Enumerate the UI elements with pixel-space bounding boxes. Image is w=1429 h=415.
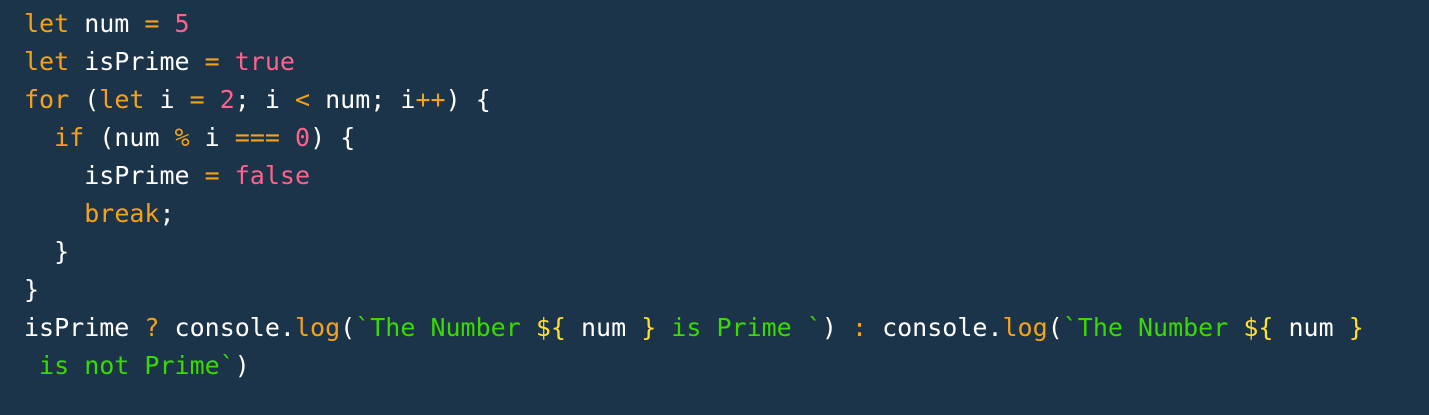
- code-token: `The Number: [1062, 313, 1244, 342]
- code-line: break;: [24, 195, 1405, 233]
- code-token: :: [851, 313, 868, 342]
- code-token: }: [54, 237, 70, 266]
- code-token: ): [310, 123, 326, 152]
- code-token: }: [24, 275, 40, 304]
- code-token: false: [234, 161, 311, 190]
- code-token: i: [189, 123, 235, 152]
- code-token: ++: [415, 85, 446, 114]
- code-token: ${: [535, 313, 566, 342]
- code-token: let: [24, 47, 70, 76]
- code-token: .: [279, 313, 295, 342]
- code-token: isPrime: [24, 313, 145, 342]
- code-line: }: [24, 271, 1405, 309]
- code-token: `The Number: [355, 313, 536, 342]
- code-token: 0: [295, 123, 311, 152]
- code-token: =: [204, 161, 220, 190]
- code-token: ): [445, 85, 461, 114]
- code-token: is not Prime`: [24, 351, 235, 380]
- code-token: (: [99, 123, 115, 152]
- code-token: ;: [370, 85, 386, 114]
- code-token: ===: [234, 123, 280, 152]
- code-token: <: [295, 85, 311, 114]
- code-token: let: [99, 85, 145, 114]
- code-token: ): [821, 313, 837, 342]
- code-token: for: [24, 85, 70, 114]
- code-token: (: [84, 85, 100, 114]
- code-token: i: [385, 85, 416, 114]
- code-token: log: [1002, 313, 1048, 342]
- code-token: ${: [1243, 313, 1274, 342]
- code-line: let num = 5: [24, 5, 1405, 43]
- code-token: i: [144, 85, 190, 114]
- code-token: ;: [234, 85, 250, 114]
- code-token: ?: [144, 313, 160, 342]
- code-token: (: [340, 313, 356, 342]
- code-line: if (num % i === 0) {: [24, 119, 1405, 157]
- code-token: .: [987, 313, 1003, 342]
- code-token: =: [144, 9, 160, 38]
- code-line: is not Prime`): [24, 347, 1405, 385]
- code-token: }: [1348, 313, 1364, 342]
- code-token: log: [294, 313, 341, 342]
- code-token: {: [475, 85, 491, 114]
- code-block: let num = 5 let isPrime = true for (let i …: [0, 0, 1429, 415]
- code-line: let isPrime = true: [24, 43, 1405, 81]
- code-token: if: [54, 123, 85, 152]
- code-token: ): [234, 351, 250, 380]
- code-token: let: [24, 9, 70, 38]
- code-token: =: [204, 47, 220, 76]
- code-token: num: [310, 85, 371, 114]
- code-token: console: [867, 313, 988, 342]
- code-token: (: [1047, 313, 1063, 342]
- code-line: for (let i = 2; i < num; i++) {: [24, 81, 1405, 119]
- code-token: }: [641, 313, 657, 342]
- code-token: isPrime: [69, 47, 205, 76]
- code-token: %: [174, 123, 190, 152]
- code-token: 2: [219, 85, 235, 114]
- code-token: {: [340, 123, 356, 152]
- code-token: ;: [159, 199, 175, 228]
- code-token: console: [159, 313, 280, 342]
- code-token: =: [189, 85, 205, 114]
- code-token: num: [69, 9, 145, 38]
- code-token: i: [249, 85, 295, 114]
- code-token: num: [114, 123, 175, 152]
- code-token: break: [84, 199, 160, 228]
- code-token: 5: [174, 9, 190, 38]
- code-line: isPrime = false: [24, 157, 1405, 195]
- code-token: num: [565, 313, 642, 342]
- code-token: true: [234, 47, 295, 76]
- code-token: is Prime `: [656, 313, 822, 342]
- code-token: num: [1273, 313, 1349, 342]
- code-token: isPrime: [24, 161, 205, 190]
- code-line: isPrime ? console.log(`The Number ${ num…: [24, 309, 1405, 347]
- code-line: }: [24, 233, 1405, 271]
